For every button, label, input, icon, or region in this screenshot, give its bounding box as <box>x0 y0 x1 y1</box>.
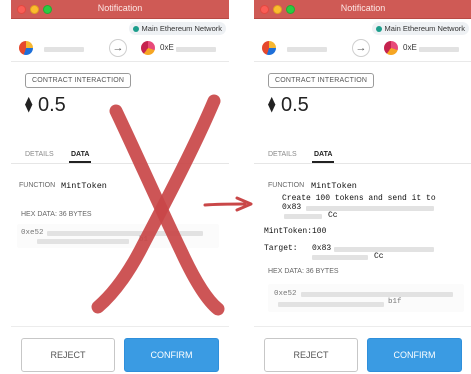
to-account-avatar[interactable] <box>384 41 398 55</box>
ethereum-icon: ⧫ <box>268 96 276 113</box>
amount-value: 0.5 <box>281 94 309 116</box>
forward-arrow-icon: → <box>109 39 127 57</box>
window-title: Notification <box>340 3 386 13</box>
network-status-dot <box>132 25 139 32</box>
hex-data-suffix: b1f <box>388 298 402 306</box>
action-footer: REJECT CONFIRM <box>11 326 229 374</box>
from-account-avatar[interactable] <box>262 41 276 55</box>
network-indicator: Main Ethereum Network <box>128 22 226 35</box>
reject-button[interactable]: REJECT <box>264 338 358 372</box>
reject-button[interactable]: REJECT <box>21 338 115 372</box>
mint-token-label: MintToken: <box>264 227 313 236</box>
to-account-address-redacted <box>176 47 216 52</box>
network-name: Main Ethereum Network <box>141 24 222 33</box>
contract-interaction-badge: CONTRACT INTERACTION <box>25 73 132 88</box>
network-indicator: Main Ethereum Network <box>371 22 469 35</box>
function-label: FUNCTION <box>19 182 56 189</box>
title-bar: Notification <box>11 0 229 19</box>
account-row: → 0xE <box>254 38 471 62</box>
target-label: Target: <box>264 244 298 253</box>
target-address-redacted <box>334 247 434 252</box>
account-row: → 0xE <box>11 38 229 62</box>
action-footer: REJECT CONFIRM <box>254 326 471 374</box>
to-account-avatar[interactable] <box>141 41 155 55</box>
hex-data-prefix: 0xe52 <box>274 290 297 298</box>
target-address-redacted-line2 <box>312 255 368 260</box>
hex-data-box: 0xe52 b1f <box>268 284 464 312</box>
description-address-redacted-line2 <box>284 214 322 219</box>
from-account-avatar[interactable] <box>19 41 33 55</box>
to-account-address: 0xE <box>160 43 174 52</box>
network-name: Main Ethereum Network <box>384 24 465 33</box>
ethereum-icon: ⧫ <box>25 96 33 113</box>
function-name: MintToken <box>311 181 357 191</box>
transaction-amount: ⧫ 0.5 <box>268 93 309 117</box>
hex-data-label: HEX DATA: 36 BYTES <box>21 211 92 218</box>
tab-details[interactable]: DETAILS <box>25 151 54 158</box>
notification-window-after: Notification Main Ethereum Network → 0xE… <box>254 0 471 374</box>
to-account-address: 0xE <box>403 43 417 52</box>
mint-token-value: 100 <box>312 227 327 236</box>
amount-value: 0.5 <box>38 94 66 116</box>
hex-data-redacted <box>301 292 453 297</box>
function-description: Create 100 tokens and send it to <box>282 194 436 203</box>
from-account-address-redacted <box>44 47 84 52</box>
confirm-button[interactable]: CONFIRM <box>367 338 462 372</box>
hex-data-label: HEX DATA: 36 BYTES <box>268 268 339 275</box>
contract-interaction-badge: CONTRACT INTERACTION <box>268 73 375 88</box>
window-title: Notification <box>97 3 143 13</box>
confirm-button[interactable]: CONFIRM <box>124 338 219 372</box>
tab-bar: DETAILS DATA <box>254 148 471 164</box>
hex-data-redacted-line2 <box>278 302 384 307</box>
target-address-prefix: 0x83 <box>312 244 332 253</box>
network-status-dot <box>375 25 382 32</box>
to-account-address-redacted <box>419 47 459 52</box>
target-address-suffix: Cc <box>374 252 384 261</box>
hex-data-prefix: 0xe52 <box>21 229 44 237</box>
function-label: FUNCTION <box>268 182 305 189</box>
forward-arrow-icon: → <box>352 39 370 57</box>
description-address-prefix: 0x83 <box>282 203 302 212</box>
red-arrow <box>203 196 253 212</box>
transaction-amount: ⧫ 0.5 <box>25 93 66 117</box>
from-account-address-redacted <box>287 47 327 52</box>
description-address-redacted <box>306 206 434 211</box>
tab-data[interactable]: DATA <box>311 151 335 163</box>
tab-details[interactable]: DETAILS <box>268 151 297 158</box>
title-bar: Notification <box>254 0 471 19</box>
description-address-suffix: Cc <box>328 211 338 220</box>
